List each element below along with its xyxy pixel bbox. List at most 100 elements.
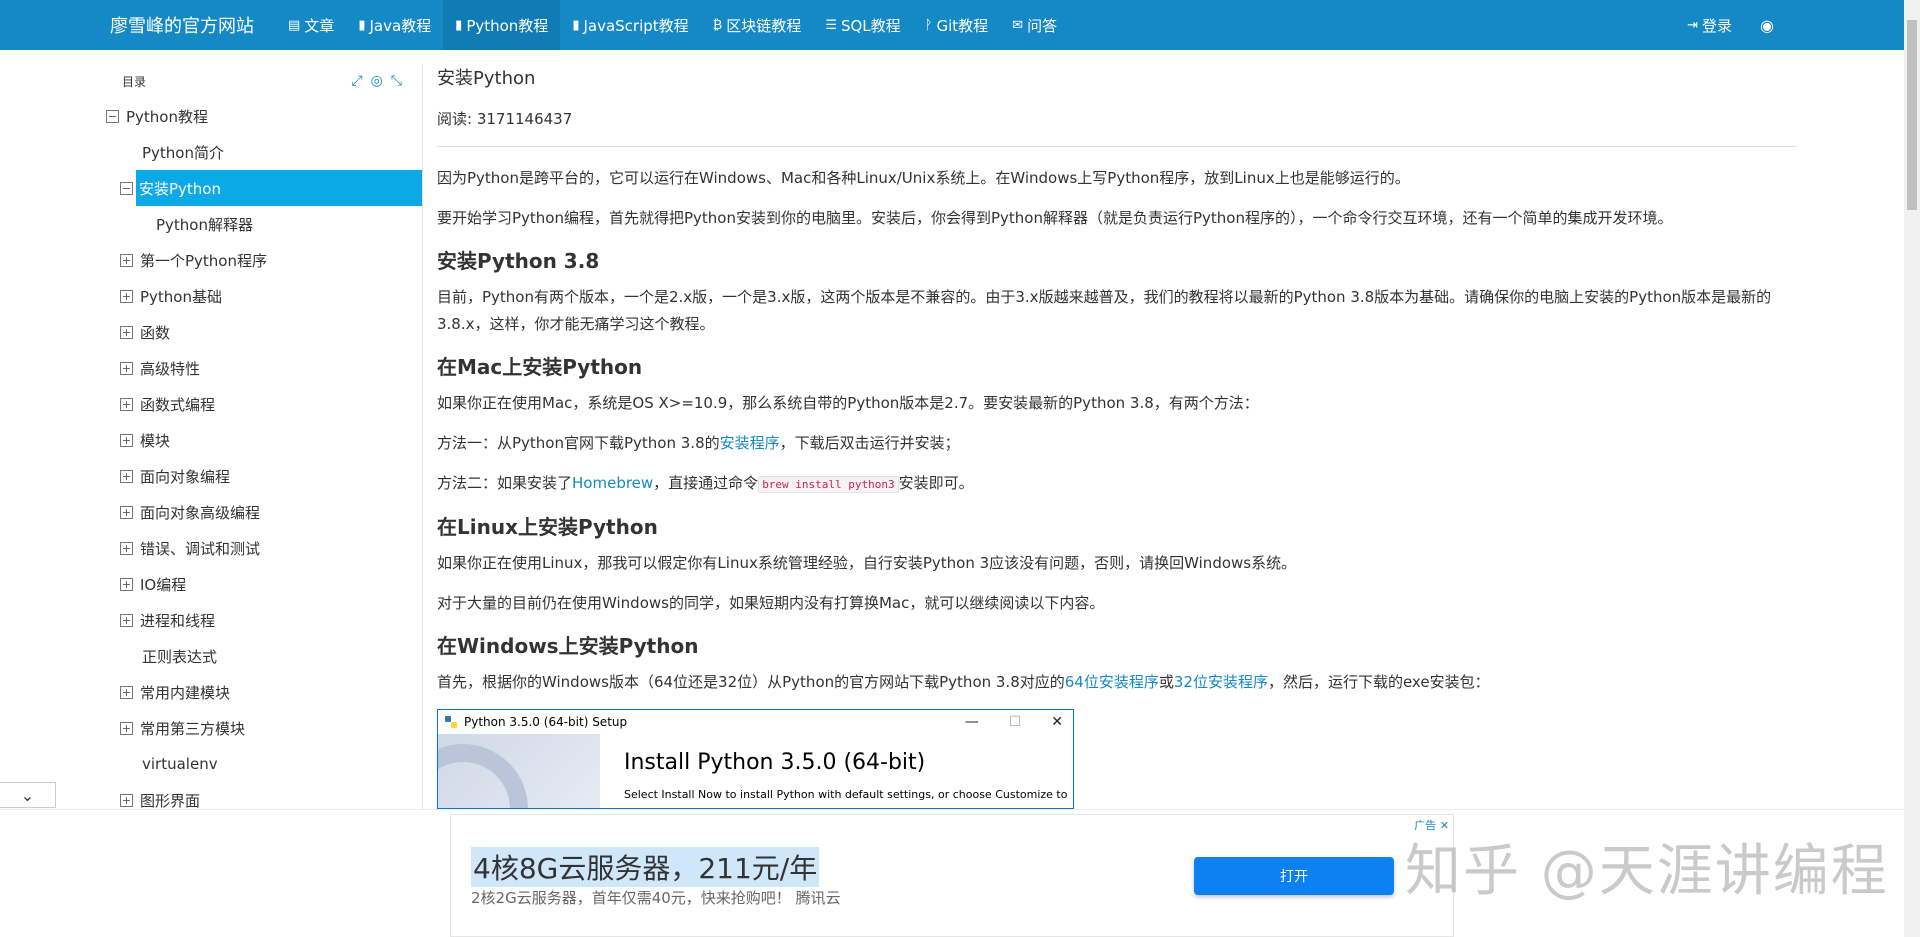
book-icon: ▮ (358, 17, 366, 33)
toc-item[interactable]: + 函数式编程 (100, 386, 422, 422)
installer-window-title: Python 3.5.0 (64-bit) Setup (464, 715, 628, 729)
paragraph: 首先，根据你的Windows版本（64位还是32位）从Python的官方网站下载… (437, 669, 1797, 696)
section-heading: 在Windows上安装Python (437, 634, 699, 658)
paragraph: 目前，Python有两个版本，一个是2.x版，一个是3.x版，这两个版本是不兼容… (437, 288, 1772, 333)
article-icon: ▤ (288, 17, 301, 33)
toc-item-selected[interactable]: − 安装Python (120, 170, 422, 206)
expand-box-icon[interactable]: + (120, 433, 133, 447)
text: 安装即可。 (898, 474, 974, 492)
toc-item[interactable]: + 函数 (100, 314, 422, 350)
collapse-all-icon[interactable]: ⤡ (391, 73, 402, 89)
site-brand[interactable]: 廖雪峰的官方网站 (110, 12, 254, 38)
article-content: 安装Python 阅读: 3171146437 因为Python是跨平台的，它可… (437, 64, 1797, 809)
toc-item[interactable]: + 模块 (100, 422, 422, 458)
installer-32-link[interactable]: 32位安装程序 (1174, 673, 1268, 691)
nav-item-sql[interactable]: ☰ SQL教程 (813, 0, 912, 50)
expand-box-icon[interactable]: + (120, 793, 133, 807)
installer-link[interactable]: 安装程序 (720, 434, 780, 452)
paragraph: 如果你正在使用Linux，那我可以假定你有Linux系统管理经验，自行安装Pyt… (437, 554, 1297, 572)
toc-item[interactable]: − Python教程 (100, 98, 422, 134)
paragraph: 如果你正在使用Mac，系统是OS X>=10.9，那么系统自带的Python版本… (437, 394, 1259, 412)
toc-item[interactable]: + 常用内建模块 (100, 674, 422, 710)
toc-item[interactable]: + 进程和线程 (100, 602, 422, 638)
collapse-box-icon[interactable]: − (106, 109, 119, 123)
installer-disc-art (438, 744, 528, 808)
scrollbar-thumb[interactable] (1907, 20, 1917, 210)
nav-item-python[interactable]: ▮ Python教程 (443, 0, 561, 50)
ad-banner[interactable]: 广告 ✕ 4核8G云服务器，211元/年 2核2G云服务器，首年仅需40元，快来… (450, 814, 1454, 937)
zhihu-watermark: 知乎 @天涯讲编程 (1405, 839, 1889, 904)
toc-label: 安装Python (139, 179, 221, 198)
expand-box-icon[interactable]: + (120, 361, 133, 375)
text: 首先，根据你的Windows版本（64位还是32位）从Python的官方网站下载… (437, 673, 1065, 691)
toc-label: 图形界面 (140, 791, 201, 810)
paragraph: 对于大量的目前仍在使用Windows的同学，如果短期内没有打算换Mac，就可以继… (437, 594, 1105, 612)
toc-item[interactable]: + IO编程 (100, 566, 422, 602)
paragraph: 方法一：从Python官网下载Python 3.8的安装程序，下载后双击运行并安… (437, 430, 1797, 457)
toc-item[interactable]: Python解释器 (100, 206, 422, 242)
section-heading: 在Mac上安装Python (437, 355, 643, 379)
toc-label: virtualenv (142, 755, 218, 773)
ad-subtitle: 2核2G云服务器，首年仅需40元，快来抢购吧！ 腾讯云 (471, 889, 841, 907)
toc-item[interactable]: + 第一个Python程序 (100, 242, 422, 278)
nav-item-java[interactable]: ▮ Java教程 (346, 0, 443, 50)
nav-item-articles[interactable]: ▤ 文章 (276, 0, 346, 50)
chat-icon: ✉ (1012, 17, 1024, 33)
toc-item[interactable]: + 面向对象编程 (100, 458, 422, 494)
expand-box-icon[interactable]: + (120, 469, 133, 483)
minimize-icon: — (964, 714, 979, 730)
expand-box-icon[interactable]: + (120, 613, 133, 627)
toc-label: 函数 (140, 323, 171, 342)
close-icon: ✕ (1051, 714, 1063, 730)
expand-box-icon[interactable]: + (120, 325, 133, 339)
window-controls: — ☐ ✕ (965, 714, 1063, 730)
sidebar-collapse-button[interactable]: ⌄ (0, 782, 56, 808)
python-logo-icon (445, 716, 457, 728)
installer-screenshot: Python 3.5.0 (64-bit) Setup — ☐ ✕ Instal… (437, 709, 1074, 809)
toc-item[interactable]: 正则表达式 (100, 638, 422, 674)
nav-item-git[interactable]: ᚹ Git教程 (913, 0, 1001, 50)
page-scrollbar[interactable] (1904, 0, 1920, 937)
toc-list: − Python教程 Python简介 − 安装Python Python解释器 +… (100, 98, 422, 809)
text: ，然后，运行下载的exe安装包： (1267, 673, 1490, 691)
ad-open-button[interactable]: 打开 (1194, 857, 1394, 895)
toc-item[interactable]: + 错误、调试和测试 (100, 530, 422, 566)
expand-box-icon[interactable]: + (120, 721, 133, 735)
expand-box-icon[interactable]: + (120, 577, 133, 591)
toc-tools: ⤢ ◎ ⤡ (351, 73, 402, 89)
section-heading: 安装Python 3.8 (437, 249, 600, 273)
expand-box-icon[interactable]: + (120, 685, 133, 699)
collapse-box-icon[interactable]: − (120, 181, 133, 195)
toc-item[interactable]: + 面向对象高级编程 (100, 494, 422, 530)
expand-box-icon[interactable]: + (120, 253, 133, 267)
expand-box-icon[interactable]: + (120, 397, 133, 411)
homebrew-link[interactable]: Homebrew (572, 474, 653, 492)
expand-box-icon[interactable]: + (120, 505, 133, 519)
text: 或 (1158, 673, 1174, 691)
toc-item[interactable]: virtualenv (100, 746, 422, 782)
nav-item-qa[interactable]: ✉ 问答 (1000, 0, 1069, 50)
chevron-down-icon: ⌄ (20, 785, 35, 805)
installer-subtext: Select Install Now to install Python wit… (624, 788, 1068, 801)
toc-item[interactable]: + Python基础 (100, 278, 422, 314)
expand-all-icon[interactable]: ⤢ (351, 73, 362, 89)
expand-box-icon[interactable]: + (120, 541, 133, 555)
text: 方法一：从Python官网下载Python 3.8的 (437, 434, 720, 452)
toc-item[interactable]: + 高级特性 (100, 350, 422, 386)
toc-item[interactable]: + 图形界面 (100, 782, 422, 809)
nav-label: SQL教程 (840, 16, 901, 35)
installer-64-link[interactable]: 64位安装程序 (1065, 673, 1159, 691)
toc-item[interactable]: + 常用第三方模块 (100, 710, 422, 746)
toc-label: Python简介 (142, 143, 224, 162)
toc-label: 函数式编程 (140, 395, 216, 414)
globe-icon[interactable]: ◉ (1760, 16, 1774, 35)
page-title: 安装Python (437, 68, 536, 89)
login-link[interactable]: ⇥ 登录 (1687, 15, 1732, 36)
expand-box-icon[interactable]: + (120, 289, 133, 303)
ad-title: 4核8G云服务器，211元/年 (471, 847, 820, 887)
locate-icon[interactable]: ◎ (371, 73, 383, 89)
nav-item-blockchain[interactable]: ₿ 区块链教程 (701, 0, 814, 50)
nav-item-javascript[interactable]: ▮ JavaScript教程 (560, 0, 700, 50)
toc-item[interactable]: Python简介 (100, 134, 422, 170)
toc-header: 目录 ⤢ ◎ ⤡ (100, 64, 422, 98)
